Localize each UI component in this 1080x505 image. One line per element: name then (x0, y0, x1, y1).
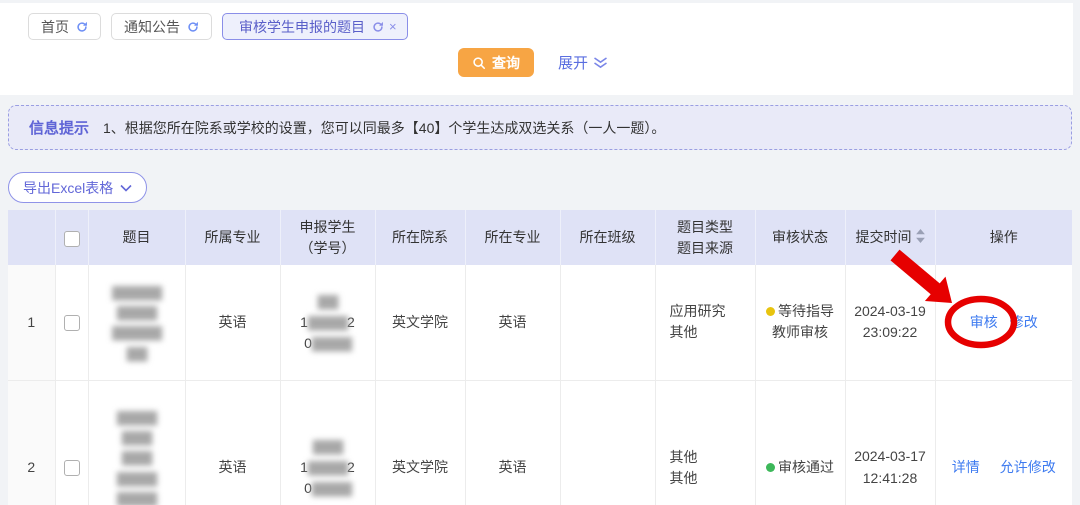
sort-icon[interactable] (916, 228, 925, 248)
topic-title-redacted: ▇▇▇▇ ▇▇▇ ▇▇▇ ▇▇▇▇ ▇▇▇▇ ▇▇▇ (88, 380, 185, 505)
column-header-type: 题目类型 题目来源 (655, 210, 755, 265)
status-dot (766, 463, 775, 472)
column-header-checkbox (55, 210, 88, 265)
row-checkbox[interactable] (64, 460, 80, 476)
refresh-icon[interactable] (187, 21, 199, 33)
row-checkbox[interactable] (64, 315, 80, 331)
class-cell (560, 265, 655, 380)
student-cell: ▇▇▇ 1▇▇▇▇2 0▇▇▇▇ (280, 380, 375, 505)
actions-cell: 详情 允许修改 (935, 380, 1072, 505)
type-cell: 其他 其他 (655, 380, 755, 505)
topics-table: 题目 所属专业 申报学生 （学号） 所在院系 所在专业 所在班级 题目类型 题目… (8, 210, 1072, 505)
column-header-title: 题目 (88, 210, 185, 265)
column-header-index (8, 210, 55, 265)
column-header-major: 所属专业 (185, 210, 280, 265)
expand-label: 展开 (558, 52, 588, 73)
close-tab-icon[interactable]: × (389, 20, 397, 33)
major-cell: 英语 (185, 380, 280, 505)
student-cell: ▇▇ 1▇▇▇▇2 0▇▇▇▇ (280, 265, 375, 380)
status-cell: 审核通过 (755, 380, 845, 505)
review-link[interactable]: 审核 (970, 314, 998, 330)
query-toolbar: 查询 展开 (0, 48, 1073, 78)
type-cell: 应用研究 其他 (655, 265, 755, 380)
row-index: 1 (8, 265, 55, 380)
export-excel-label: 导出Excel表格 (23, 178, 113, 198)
details-link[interactable]: 详情 (952, 459, 980, 475)
query-button-label: 查询 (492, 53, 520, 73)
chevron-down-icon (120, 184, 132, 192)
column-header-class: 所在班级 (560, 210, 655, 265)
major-cell: 英语 (185, 265, 280, 380)
column-header-major2: 所在专业 (465, 210, 560, 265)
actions-cell: 审核修改 (935, 265, 1072, 380)
department-cell: 英文学院 (375, 265, 465, 380)
table-row: 2 ▇▇▇▇ ▇▇▇ ▇▇▇ ▇▇▇▇ ▇▇▇▇ ▇▇▇ 英语 ▇▇▇ 1▇▇▇… (8, 380, 1072, 505)
export-excel-button[interactable]: 导出Excel表格 (8, 172, 147, 203)
major2-cell: 英语 (465, 265, 560, 380)
allow-modify-link[interactable]: 允许修改 (1000, 459, 1056, 475)
top-panel: 首页 通知公告 审核学生申报的题目 × (0, 3, 1073, 95)
table-header-row: 题目 所属专业 申报学生 （学号） 所在院系 所在专业 所在班级 题目类型 题目… (8, 210, 1072, 265)
info-banner-title: 信息提示 (29, 117, 89, 138)
search-icon (472, 56, 486, 70)
column-header-student: 申报学生 （学号） (280, 210, 375, 265)
submit-time-cell: 2024-03-17 12:41:28 (845, 380, 935, 505)
chevron-double-down-icon (593, 56, 608, 70)
row-index: 2 (8, 380, 55, 505)
column-header-actions: 操作 (935, 210, 1072, 265)
refresh-icon[interactable] (372, 21, 384, 33)
tab-notices[interactable]: 通知公告 (111, 13, 212, 40)
refresh-icon[interactable] (76, 21, 88, 33)
tab-review-student-topics[interactable]: 审核学生申报的题目 × (222, 13, 408, 40)
class-cell (560, 380, 655, 505)
expand-link[interactable]: 展开 (558, 52, 608, 73)
topic-title-redacted: ▇▇▇▇▇ ▇▇▇▇ ▇▇▇▇▇ ▇▇ (88, 265, 185, 380)
info-banner-text: 1、根据您所在院系或学校的设置，您可以同最多【40】个学生达成双选关系（一人一题… (103, 118, 665, 138)
info-banner: 信息提示 1、根据您所在院系或学校的设置，您可以同最多【40】个学生达成双选关系… (8, 105, 1072, 150)
table-row: 1 ▇▇▇▇▇ ▇▇▇▇ ▇▇▇▇▇ ▇▇ 英语 ▇▇ 1▇▇▇▇2 0▇▇▇▇… (8, 265, 1072, 380)
tab-notices-label: 通知公告 (124, 17, 180, 37)
major2-cell: 英语 (465, 380, 560, 505)
tab-home[interactable]: 首页 (28, 13, 101, 40)
column-header-department: 所在院系 (375, 210, 465, 265)
tab-bar: 首页 通知公告 审核学生申报的题目 × (0, 3, 1073, 40)
select-all-checkbox[interactable] (64, 231, 80, 247)
submit-time-cell: 2024-03-19 23:09:22 (845, 265, 935, 380)
column-header-submit-time[interactable]: 提交时间 (845, 210, 935, 265)
status-dot (766, 307, 775, 316)
modify-link[interactable]: 修改 (1010, 314, 1038, 330)
column-header-status: 审核状态 (755, 210, 845, 265)
department-cell: 英文学院 (375, 380, 465, 505)
tab-review-label: 审核学生申报的题目 (239, 17, 365, 37)
tab-home-label: 首页 (41, 17, 69, 37)
query-button[interactable]: 查询 (458, 48, 534, 77)
status-cell: 等待指导教师审核 (755, 265, 845, 380)
